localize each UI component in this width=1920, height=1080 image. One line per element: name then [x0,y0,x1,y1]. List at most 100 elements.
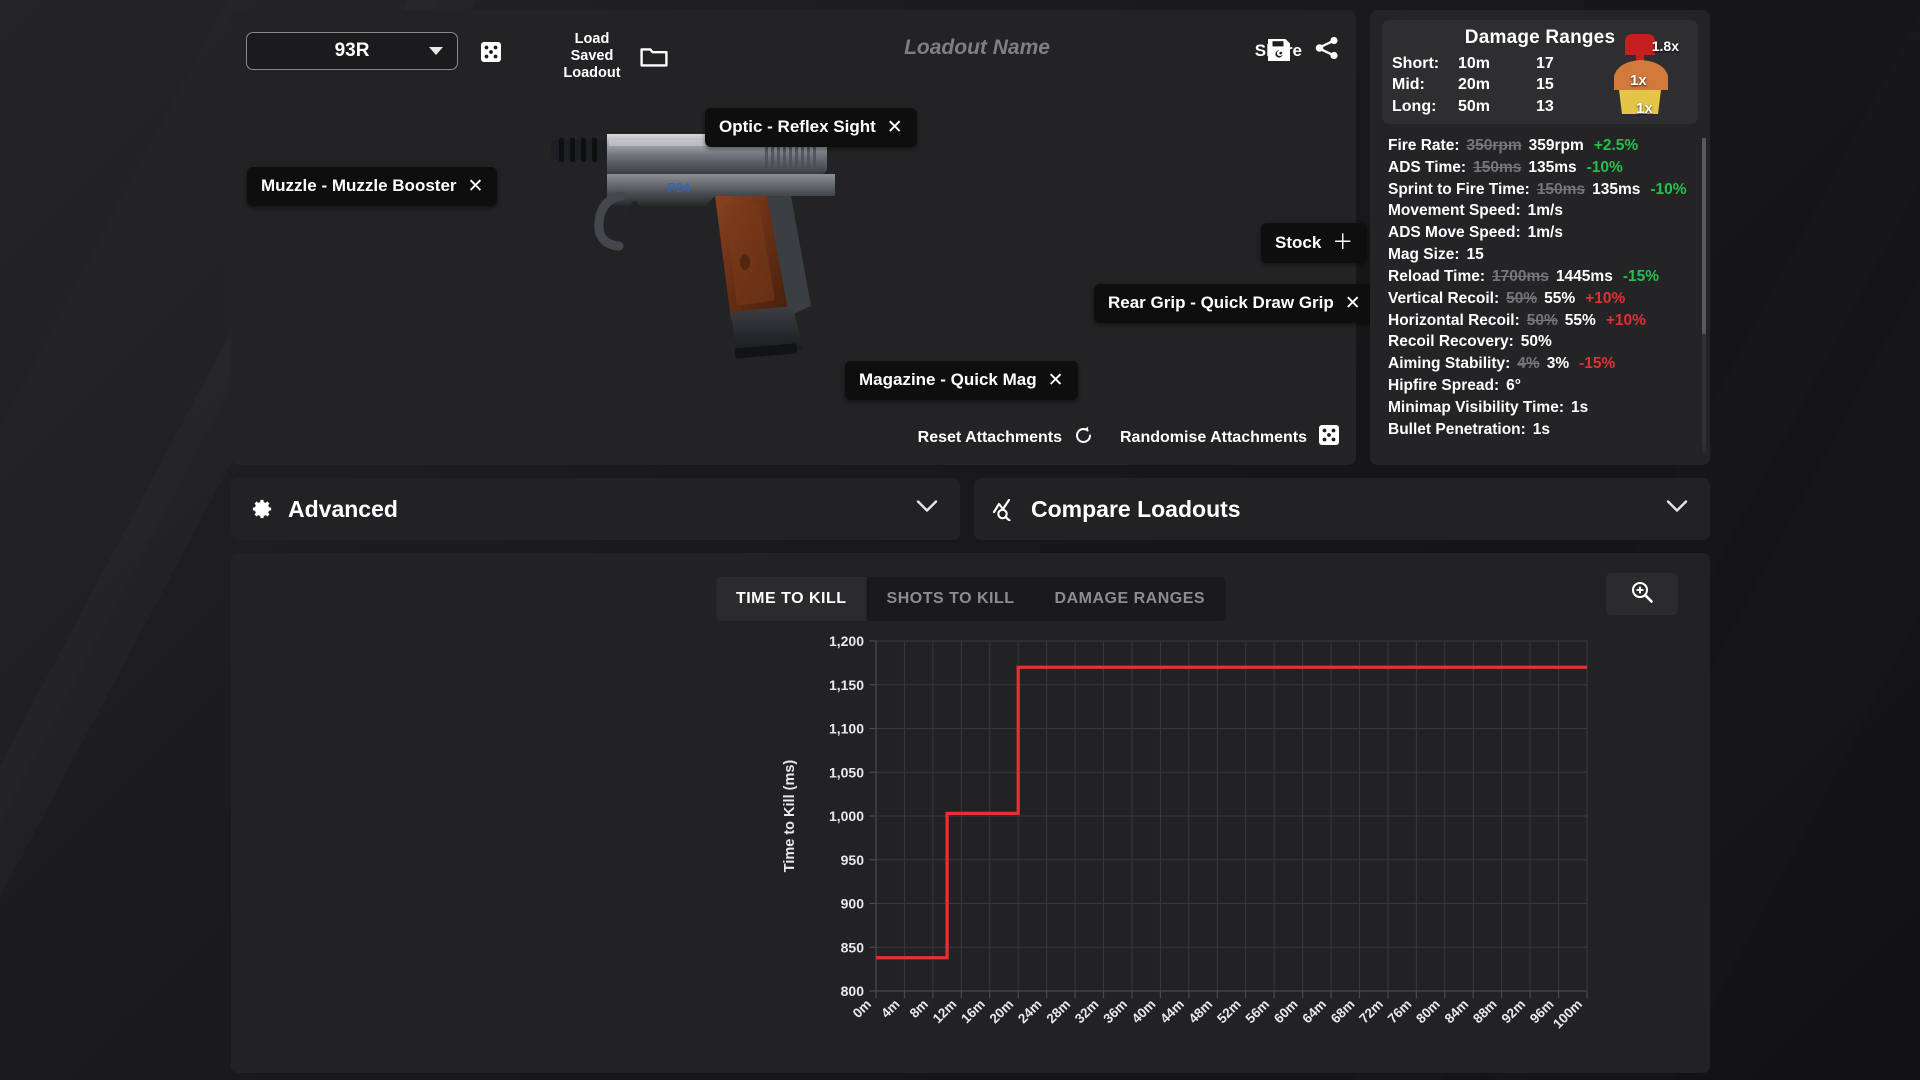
chart-series-line [876,665,1587,960]
randomise-attachments-button[interactable]: Randomise Attachments [1120,424,1340,451]
reset-attachments-button[interactable]: Reset Attachments [918,425,1094,451]
attachment-tag-rear-grip[interactable]: Rear Grip - Quick Draw Grip ✕ [1094,284,1375,323]
stat-row: Recoil Recovery: 50% [1382,331,1698,353]
stat-row: Mag Size: 15 [1382,244,1698,266]
x-tick-label: 36m [1100,997,1130,1027]
chart-zoom-button[interactable] [1606,573,1678,615]
stat-new-value: 50% [1520,333,1552,351]
stat-row: Movement Speed: 1m/s [1382,200,1698,222]
stat-old-value: 150ms [1473,158,1522,176]
x-tick-label: 56m [1243,997,1273,1027]
y-tick-label: 950 [841,852,865,868]
chart-plot-area: 800 850 900 950 1,000 1,050 1,100 1,150 1,200 0m 4… [231,631,1710,1073]
time-to-kill-chart: 8008509009501,0001,0501,1001,1501,2000m 4… [782,633,1588,1032]
folder-icon [640,46,668,68]
stat-old-value: 50% [1526,311,1558,329]
stat-new-value: 55% [1544,289,1576,307]
tab-shots-to-kill[interactable]: SHOTS TO KILL [867,577,1035,621]
weapon-stats-card: Damage Ranges Short: 10m 17 Mid: 20m 15 … [1370,10,1710,465]
stat-name: Sprint to Fire Time: [1388,180,1530,198]
stat-delta: +10% [1585,289,1626,307]
x-tick-label: 28m [1043,997,1073,1027]
stat-new-value: 359rpm [1528,137,1584,154]
y-tick-label: 1,200 [829,633,864,649]
weapon-select-value: 93R [334,40,370,61]
stat-new-value: 135ms [1528,158,1577,176]
stat-name: ADS Move Speed: [1388,224,1521,242]
stat-row: Vertical Recoil: 50% 55% +10% [1382,288,1698,310]
stat-row: Horizontal Recoil: 50% 55% +10% [1382,310,1698,332]
chart-tabs: TIME TO KILL SHOTS TO KILL DAMAGE RANGES [715,577,1226,621]
stat-new-value: 1s [1532,420,1551,438]
plus-icon[interactable]: ＋ [1332,232,1353,253]
stat-row: ADS Move Speed: 1m/s [1382,222,1698,244]
stat-name: Bullet Penetration: [1388,420,1526,438]
gear-icon [249,496,275,522]
advanced-panel-header[interactable]: Advanced [231,478,960,540]
hitbox-legs-multiplier: 1x [1636,100,1653,117]
stat-name: ADS Time: [1388,158,1467,176]
stat-row: Fire Rate: 350rpm 359rpm +2.5% [1382,135,1698,157]
compare-loadouts-panel-header[interactable]: Compare Loadouts [974,478,1710,540]
x-tick-label: 0m [850,997,874,1021]
stat-name: Fire Rate: [1388,137,1460,154]
loadout-name-input[interactable] [827,36,1127,60]
close-icon[interactable]: ✕ [1345,294,1361,313]
stats-scrollbar-thumb[interactable] [1702,138,1706,334]
attachment-tag-magazine[interactable]: Magazine - Quick Mag ✕ [845,361,1078,400]
randomise-weapon-dice-icon[interactable] [480,41,502,63]
share-button[interactable]: Share [1255,36,1340,65]
stat-name: Mag Size: [1388,246,1460,264]
attachment-tag-muzzle[interactable]: Muzzle - Muzzle Booster ✕ [247,167,498,206]
attachment-tag-stock[interactable]: Stock ＋ [1261,223,1368,263]
attachment-label: Optic - Reflex Sight [719,117,876,136]
stat-new-value: 1s [1571,398,1589,416]
damage-ranges-box: Damage Ranges Short: 10m 17 Mid: 20m 15 … [1382,20,1698,124]
chart-search-icon [992,496,1018,522]
stat-delta: +10% [1605,311,1646,329]
damage-range-value: 13 [1536,97,1554,115]
y-tick-label: 1,050 [829,764,864,780]
close-icon[interactable]: ✕ [468,177,484,196]
close-icon[interactable]: ✕ [1048,371,1064,390]
x-tick-label: 20m [987,997,1017,1027]
x-tick-label: 44m [1157,997,1187,1027]
compare-loadouts-panel-title: Compare Loadouts [1031,495,1241,522]
chevron-down-icon [429,47,443,55]
close-icon[interactable]: ✕ [887,118,903,137]
x-tick-label: 48m [1186,997,1216,1027]
stats-scrollbar[interactable] [1702,138,1706,454]
x-tick-label: 16m [958,997,988,1027]
chevron-down-icon [916,500,938,519]
weapon-select-dropdown[interactable]: 93R [246,32,458,70]
stat-old-value: 50% [1506,289,1538,307]
damage-range-distance: 10m [1458,55,1491,72]
stat-name: Movement Speed: [1388,202,1521,220]
chart-card: TIME TO KILL SHOTS TO KILL DAMAGE RANGES… [231,553,1710,1073]
x-tick-label: 80m [1413,997,1443,1027]
x-tick-label: 84m [1442,997,1472,1027]
load-saved-line1: Load Saved [570,31,614,65]
stat-row: Reload Time: 1700ms 1445ms -15% [1382,266,1698,288]
damage-range-value: 15 [1536,76,1554,94]
stat-name: Recoil Recovery: [1388,333,1514,351]
tab-time-to-kill[interactable]: TIME TO KILL [715,577,867,621]
stats-fade-overlay [1370,443,1710,465]
stat-new-value: 3% [1546,355,1570,373]
stat-row: Bullet Penetration: 1s [1382,419,1698,441]
x-tick-label: 76m [1385,997,1415,1027]
collapsible-panel-row: Advanced Compare Loadouts [231,478,1710,540]
stat-delta: -15% [1579,355,1616,373]
y-tick-label: 850 [841,939,865,955]
y-tick-label: 1,000 [829,808,864,824]
y-tick-label: 1,150 [829,677,864,693]
stat-delta: -10% [1586,158,1623,176]
y-tick-label: 800 [841,983,865,999]
stat-new-value: 1m/s [1527,202,1563,220]
attachment-tag-optic[interactable]: Optic - Reflex Sight ✕ [705,108,917,147]
stat-list: Fire Rate: 350rpm 359rpm +2.5% ADS Time: 150m… [1382,135,1698,441]
x-tick-label: 68m [1328,997,1358,1027]
tab-damage-ranges[interactable]: DAMAGE RANGES [1035,577,1226,621]
x-tick-label: 12m [930,997,960,1027]
share-label: Share [1254,40,1302,60]
